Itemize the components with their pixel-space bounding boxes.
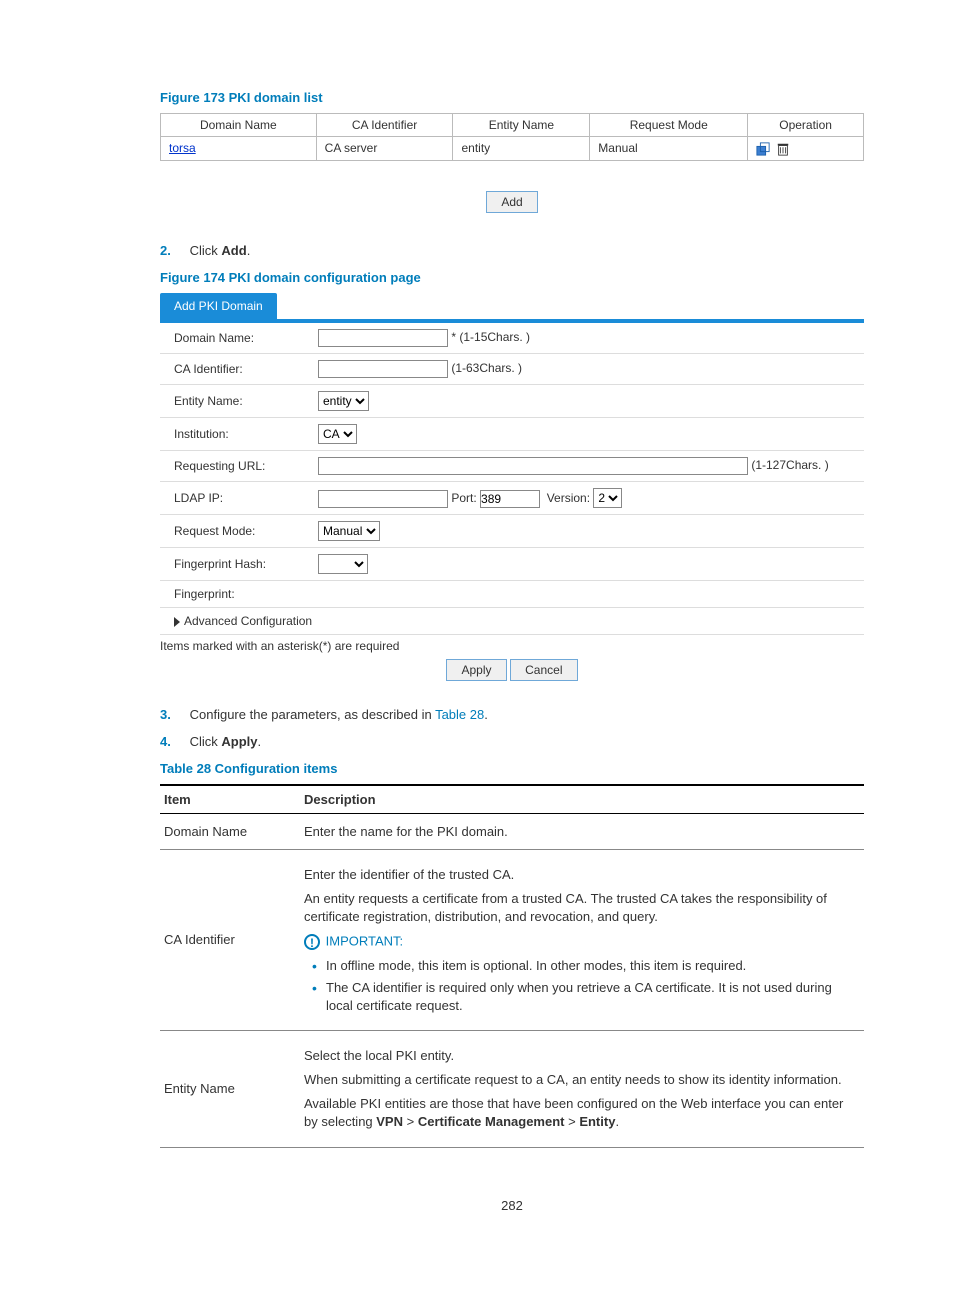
hint-ca-id: (1-63Chars. ) xyxy=(451,361,522,375)
col-mode: Request Mode xyxy=(590,114,748,137)
important-label: IMPORTANT: xyxy=(326,934,404,949)
port-input[interactable] xyxy=(480,490,540,508)
page-number: 282 xyxy=(160,1198,864,1213)
header-item: Item xyxy=(160,785,300,814)
cell-ca: CA server xyxy=(316,137,453,161)
tab-add-pki-domain[interactable]: Add PKI Domain xyxy=(160,293,277,319)
col-entity: Entity Name xyxy=(453,114,590,137)
apply-button[interactable]: Apply xyxy=(446,659,506,681)
label-entity-name: Entity Name: xyxy=(160,384,310,417)
label-fp: Fingerprint: xyxy=(160,580,310,607)
cancel-button[interactable]: Cancel xyxy=(510,659,577,681)
cell-entity: entity xyxy=(453,137,590,161)
ca-id-input[interactable] xyxy=(318,360,448,378)
ldap-ip-input[interactable] xyxy=(318,490,448,508)
label-ldap-ip: LDAP IP: xyxy=(160,481,310,514)
link-table-28[interactable]: Table 28 xyxy=(435,707,484,722)
row-ca-identifier: CA Identifier Enter the identifier of th… xyxy=(160,849,864,1030)
col-ca: CA Identifier xyxy=(316,114,453,137)
pki-domain-list-table: Domain Name CA Identifier Entity Name Re… xyxy=(160,113,864,161)
bullet-item: In offline mode, this item is optional. … xyxy=(308,957,860,975)
label-port: Port: xyxy=(451,491,476,505)
label-domain-name: Domain Name: xyxy=(160,323,310,354)
table-28-title: Table 28 Configuration items xyxy=(160,761,864,776)
label-fp-hash: Fingerprint Hash: xyxy=(160,547,310,580)
fp-hash-select[interactable] xyxy=(318,554,368,574)
col-op: Operation xyxy=(748,114,864,137)
label-req-url: Requesting URL: xyxy=(160,450,310,481)
domain-name-input[interactable] xyxy=(318,329,448,347)
pki-config-form: Domain Name: * (1-15Chars. ) CA Identifi… xyxy=(160,323,864,635)
domain-link-torsa[interactable]: torsa xyxy=(169,141,196,155)
row-domain-name: Domain Name Enter the name for the PKI d… xyxy=(160,813,864,849)
table-row: torsa CA server entity Manual xyxy=(161,137,864,161)
label-ca-id: CA Identifier: xyxy=(160,353,310,384)
label-version: Version: xyxy=(547,491,590,505)
label-req-mode: Request Mode: xyxy=(160,514,310,547)
header-desc: Description xyxy=(300,785,864,814)
institution-select[interactable]: CA xyxy=(318,424,357,444)
step-4: 4. Click Apply. xyxy=(160,734,864,749)
important-icon: ! xyxy=(304,934,320,950)
version-select[interactable]: 2 xyxy=(593,488,622,508)
hint-domain-name: * (1-15Chars. ) xyxy=(451,330,530,344)
required-note: Items marked with an asterisk(*) are req… xyxy=(160,639,864,653)
triangle-right-icon xyxy=(174,617,180,627)
col-domain: Domain Name xyxy=(161,114,317,137)
config-items-table: Item Description Domain Name Enter the n… xyxy=(160,784,864,1149)
step-2: 2. Click Add. xyxy=(160,243,864,258)
hint-req-url: (1-127Chars. ) xyxy=(751,458,828,472)
cell-mode: Manual xyxy=(590,137,748,161)
req-mode-select[interactable]: Manual xyxy=(318,521,380,541)
edit-icon[interactable] xyxy=(756,142,770,156)
figure-173-title: Figure 173 PKI domain list xyxy=(160,90,864,105)
row-entity-name: Entity Name Select the local PKI entity.… xyxy=(160,1030,864,1148)
delete-icon[interactable] xyxy=(776,142,790,156)
figure-174-title: Figure 174 PKI domain configuration page xyxy=(160,270,864,285)
label-institution: Institution: xyxy=(160,417,310,450)
bullet-item: The CA identifier is required only when … xyxy=(308,979,860,1015)
advanced-config-toggle[interactable]: Advanced Configuration xyxy=(160,607,864,634)
add-button[interactable]: Add xyxy=(486,191,537,213)
entity-name-select[interactable]: entity xyxy=(318,391,369,411)
req-url-input[interactable] xyxy=(318,457,748,475)
step-3: 3. Configure the parameters, as describe… xyxy=(160,707,864,722)
